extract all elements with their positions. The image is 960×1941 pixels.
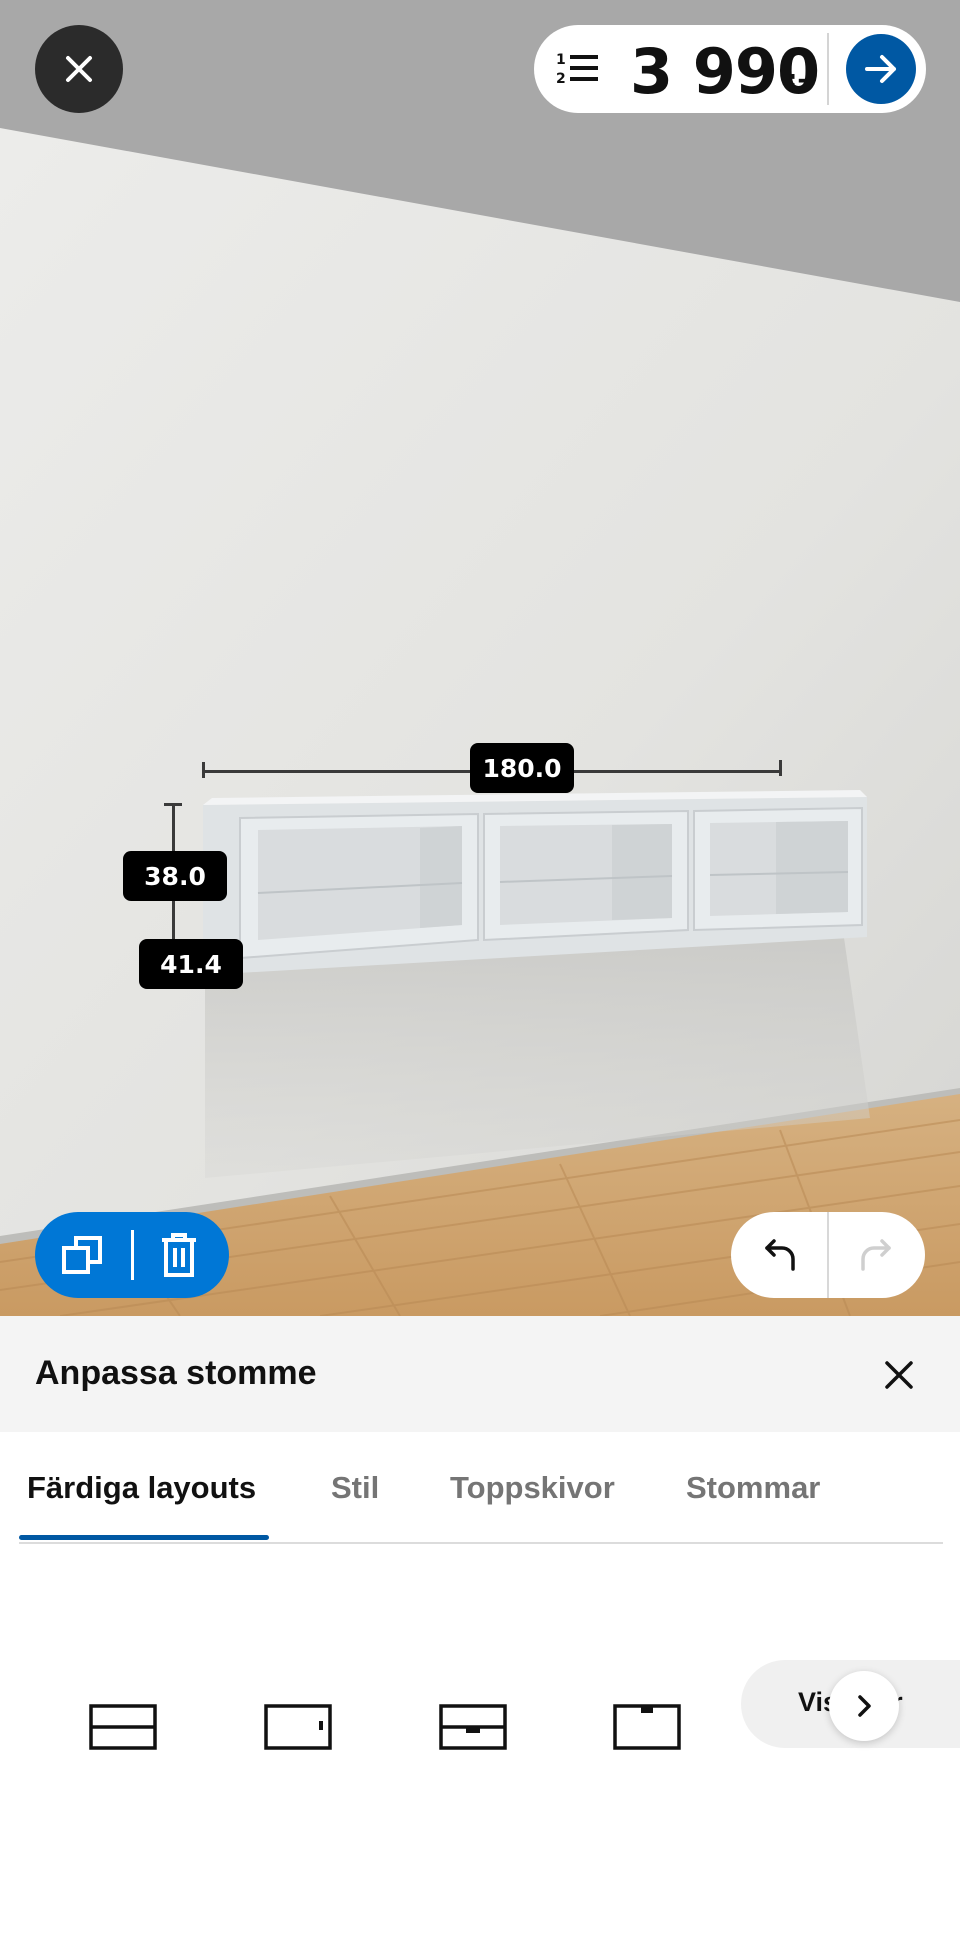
depth-dimension-label[interactable]: 41.4 [139, 939, 243, 989]
two-drawers-layout-icon [89, 1704, 157, 1750]
door-layout-icon [264, 1704, 332, 1750]
history-divider [827, 1212, 829, 1298]
tab-toppskivor[interactable]: Toppskivor [450, 1470, 615, 1506]
redo-icon [861, 1239, 891, 1271]
chevron-right-icon [858, 1695, 871, 1717]
price-summary[interactable]: 1 2 3 990 :- [534, 25, 926, 113]
close-icon [885, 1361, 913, 1389]
room-render [0, 0, 960, 1316]
sheet-title: Anpassa stomme [35, 1354, 317, 1392]
width-dimension-end [202, 762, 205, 778]
drawer-handle-layout-icon [439, 1704, 507, 1750]
duplicate-icon [62, 1236, 102, 1274]
delete-button[interactable] [149, 1227, 209, 1283]
svg-text:1: 1 [556, 52, 566, 68]
numbered-list-icon[interactable]: 1 2 [556, 49, 600, 89]
price-currency-suffix: :- [787, 65, 809, 95]
close-sheet-button[interactable] [874, 1350, 924, 1400]
layout-option[interactable] [418, 1677, 528, 1777]
scroll-right-button[interactable] [829, 1671, 899, 1741]
price-divider [827, 33, 829, 105]
tab-fardiga-layouts[interactable]: Färdiga layouts [27, 1470, 256, 1506]
redo-button[interactable] [845, 1227, 905, 1283]
layout-option[interactable] [592, 1677, 702, 1777]
width-dimension-end [779, 760, 782, 776]
arrow-right-icon [865, 55, 896, 83]
svg-text:2: 2 [556, 71, 566, 87]
layout-option[interactable] [243, 1677, 353, 1777]
action-divider [131, 1230, 134, 1280]
tab-stil[interactable]: Stil [331, 1470, 379, 1506]
layout-options: Visa fler [0, 1544, 960, 1941]
trash-icon [162, 1233, 196, 1277]
undo-button[interactable] [751, 1227, 811, 1283]
customize-tabs: Färdiga layouts Stil Toppskivor Stommar [0, 1432, 960, 1544]
room-scene[interactable]: 180.0 38.0 41.4 1 2 3 990 :- [0, 0, 960, 1316]
layout-option[interactable] [68, 1677, 178, 1777]
active-tab-indicator [19, 1535, 269, 1540]
continue-button[interactable] [846, 34, 916, 104]
selection-actions [35, 1212, 229, 1298]
top-handle-layout-icon [613, 1704, 681, 1750]
height-dimension-label[interactable]: 38.0 [123, 851, 227, 901]
customize-sheet-header: Anpassa stomme [0, 1316, 960, 1432]
tab-stommar[interactable]: Stommar [686, 1470, 820, 1506]
undo-icon [765, 1239, 795, 1271]
close-icon [66, 56, 92, 82]
width-dimension-label[interactable]: 180.0 [470, 743, 574, 793]
height-dimension-end [164, 803, 182, 806]
duplicate-button[interactable] [53, 1227, 113, 1283]
close-planner-button[interactable] [35, 25, 123, 113]
history-controls [731, 1212, 925, 1298]
